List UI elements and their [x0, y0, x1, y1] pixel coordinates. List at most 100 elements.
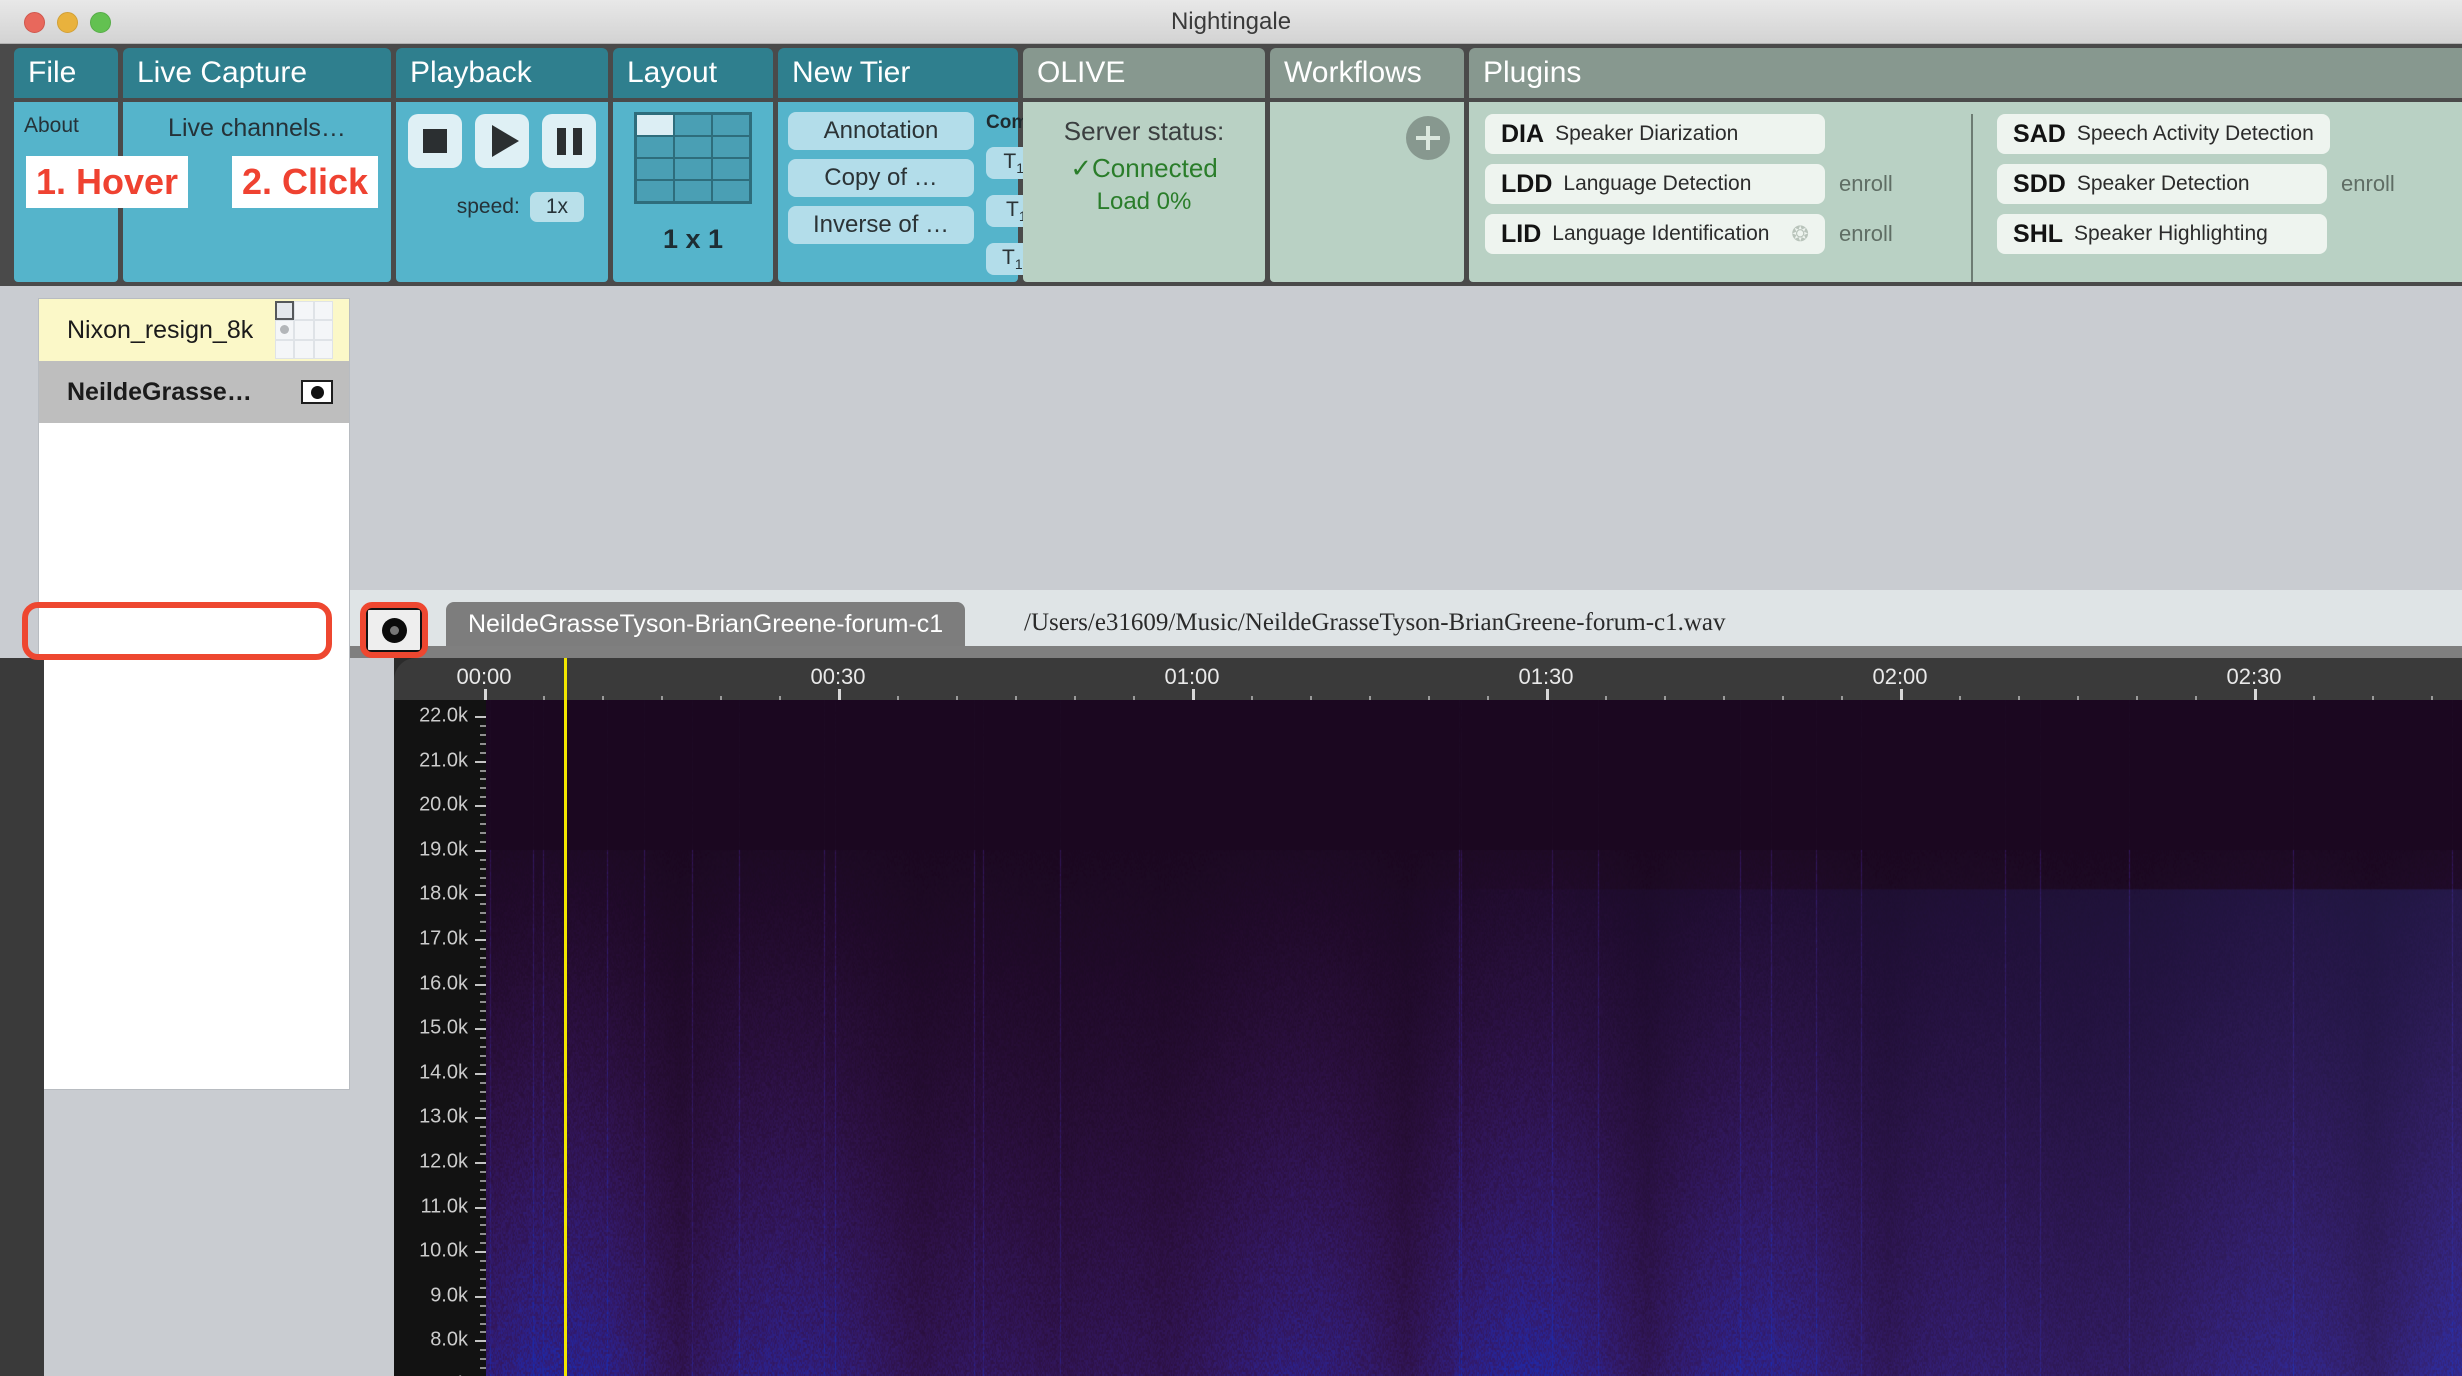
tab-file[interactable]: File: [14, 48, 118, 98]
frequency-axis-tick: [475, 1162, 486, 1164]
frequency-axis-label: 12.0k: [419, 1151, 468, 1174]
spectrogram-canvas[interactable]: [438, 700, 2462, 1376]
plugin-ldd-enroll-link[interactable]: enroll: [1839, 171, 1893, 197]
sidebar-item-nixon-resign-8k[interactable]: Nixon_resign_8k: [39, 299, 349, 361]
plugin-abbr: SAD: [2013, 120, 2066, 149]
plugin-lid-enroll-link[interactable]: enroll: [1839, 221, 1893, 247]
frequency-axis-minor-tick: [480, 1242, 486, 1244]
plugin-shl-button[interactable]: SHL Speaker Highlighting: [1997, 214, 2327, 254]
frequency-axis-minor-tick: [480, 823, 486, 825]
file-tab-neildegrassetyson[interactable]: NeildeGrasseTyson-BrianGreene-forum-c1: [446, 602, 965, 646]
grid-thumbnail-icon: [275, 301, 333, 359]
time-ruler-label: 02:00: [1872, 664, 1927, 690]
layout-cell[interactable]: [712, 114, 750, 136]
layout-cell[interactable]: [712, 158, 750, 180]
plugin-dia-button[interactable]: DIA Speaker Diarization: [1485, 114, 1825, 154]
layout-cell[interactable]: [636, 158, 674, 180]
sidebar-item-neildegrasse[interactable]: NeildeGrasse…: [39, 361, 349, 423]
copy-of-tier-button[interactable]: Copy of …: [788, 159, 974, 197]
frequency-axis-minor-tick: [480, 1126, 486, 1128]
tab-olive[interactable]: OLIVE: [1023, 48, 1265, 98]
frequency-axis-minor-tick: [480, 1260, 486, 1262]
layout-cell[interactable]: [712, 136, 750, 158]
frequency-axis-label: 10.0k: [419, 1240, 468, 1263]
layout-cell[interactable]: [636, 114, 674, 136]
tab-new-tier[interactable]: New Tier: [778, 48, 1018, 98]
frequency-axis-minor-tick: [480, 796, 486, 798]
frequency-axis-minor-tick: [480, 868, 486, 870]
frequency-axis-label: 14.0k: [419, 1061, 468, 1084]
speed-value[interactable]: 1x: [530, 192, 584, 222]
layout-cell[interactable]: [674, 158, 712, 180]
playhead-cursor[interactable]: [564, 658, 567, 1376]
tab-plugins[interactable]: Plugins: [1469, 48, 2462, 98]
frequency-axis-label: 9.0k: [430, 1284, 468, 1307]
ribbon-group-plugins: Plugins DIA Speaker Diarization LDD Lang…: [1469, 48, 2462, 282]
live-channels-button[interactable]: Live channels…: [123, 114, 391, 143]
tab-live-capture[interactable]: Live Capture: [123, 48, 391, 98]
tab-playback[interactable]: Playback: [396, 48, 608, 98]
frequency-axis-minor-tick: [480, 1189, 486, 1191]
server-status-label: Server status:: [1023, 116, 1265, 147]
transport-controls: [396, 114, 608, 168]
about-button[interactable]: About: [24, 114, 118, 138]
frequency-axis-minor-tick: [480, 1100, 486, 1102]
layout-caption: 1 x 1: [613, 224, 773, 255]
time-ruler-label: 02:30: [2226, 664, 2281, 690]
time-ruler[interactable]: 00:0000:3001:0001:3002:0002:3003:00: [394, 658, 2462, 700]
layout-cell[interactable]: [636, 136, 674, 158]
frequency-axis-minor-tick: [480, 1180, 486, 1182]
plugin-abbr: SDD: [2013, 170, 2066, 199]
plugin-abbr: LID: [1501, 220, 1541, 249]
plugin-sdd-button[interactable]: SDD Speaker Detection: [1997, 164, 2327, 204]
frequency-axis-tick: [475, 1028, 486, 1030]
plugin-row: LDD Language Detection enroll: [1485, 164, 1971, 204]
tab-layout[interactable]: Layout: [613, 48, 773, 98]
window-titlebar: Nightingale: [0, 0, 2462, 44]
pause-button[interactable]: [542, 114, 596, 168]
main-content-area: Nixon_resign_8k NeildeGrasse… NeildeGras…: [0, 286, 2462, 1090]
plugin-lid-button[interactable]: LID Language Identification ❂: [1485, 214, 1825, 254]
layout-grid-selector[interactable]: [634, 112, 752, 204]
plugins-right-column: SAD Speech Activity Detection SDD Speake…: [1971, 114, 2462, 282]
layout-cell[interactable]: [674, 114, 712, 136]
plugin-sdd-enroll-link[interactable]: enroll: [2341, 171, 2395, 197]
tab-workflows[interactable]: Workflows: [1270, 48, 1464, 98]
layout-cell[interactable]: [636, 180, 674, 202]
plugin-row: LID Language Identification ❂ enroll: [1485, 214, 1971, 254]
plugin-name: Speaker Highlighting: [2074, 222, 2268, 246]
frequency-axis-minor-tick: [480, 725, 486, 727]
time-ruler-label: 01:30: [1518, 664, 1573, 690]
session-list-sidebar: Nixon_resign_8k NeildeGrasse…: [38, 298, 350, 1090]
layout-cell[interactable]: [674, 180, 712, 202]
frequency-axis-minor-tick: [480, 814, 486, 816]
layout-cell[interactable]: [712, 180, 750, 202]
stop-button[interactable]: [408, 114, 462, 168]
add-workflow-button[interactable]: [1406, 116, 1450, 160]
frequency-axis-minor-tick: [480, 1108, 486, 1110]
frequency-axis-tick: [475, 1207, 486, 1209]
frequency-axis-tick: [475, 1340, 486, 1342]
plugin-abbr: DIA: [1501, 120, 1544, 149]
layout-cell[interactable]: [674, 136, 712, 158]
frequency-axis-minor-tick: [480, 903, 486, 905]
plugin-sad-button[interactable]: SAD Speech Activity Detection: [1997, 114, 2330, 154]
play-button[interactable]: [475, 114, 529, 168]
frequency-axis-label: 22.0k: [419, 705, 468, 728]
ribbon-panel-layout: 1 x 1: [613, 102, 773, 282]
frequency-axis-tick: [475, 939, 486, 941]
sidebar-item-label: NeildeGrasse…: [67, 378, 252, 407]
gear-icon[interactable]: ❂: [1791, 222, 1809, 247]
inverse-of-tier-button[interactable]: Inverse of …: [788, 206, 974, 244]
frequency-axis-minor-tick: [480, 1153, 486, 1155]
frequency-axis-minor-tick: [480, 1349, 486, 1351]
spectrogram-view[interactable]: 00:0000:3001:0001:3002:0002:3003:00 22.0…: [394, 658, 2462, 1376]
stop-icon: [423, 129, 447, 153]
frequency-axis-tick: [475, 1296, 486, 1298]
new-annotation-tier-button[interactable]: Annotation: [788, 112, 974, 150]
frequency-axis-tick: [475, 761, 486, 763]
frequency-axis-minor-tick: [480, 1091, 486, 1093]
plugin-ldd-button[interactable]: LDD Language Detection: [1485, 164, 1825, 204]
ribbon-panel-workflows: [1270, 102, 1464, 282]
frequency-axis-tick: [475, 984, 486, 986]
